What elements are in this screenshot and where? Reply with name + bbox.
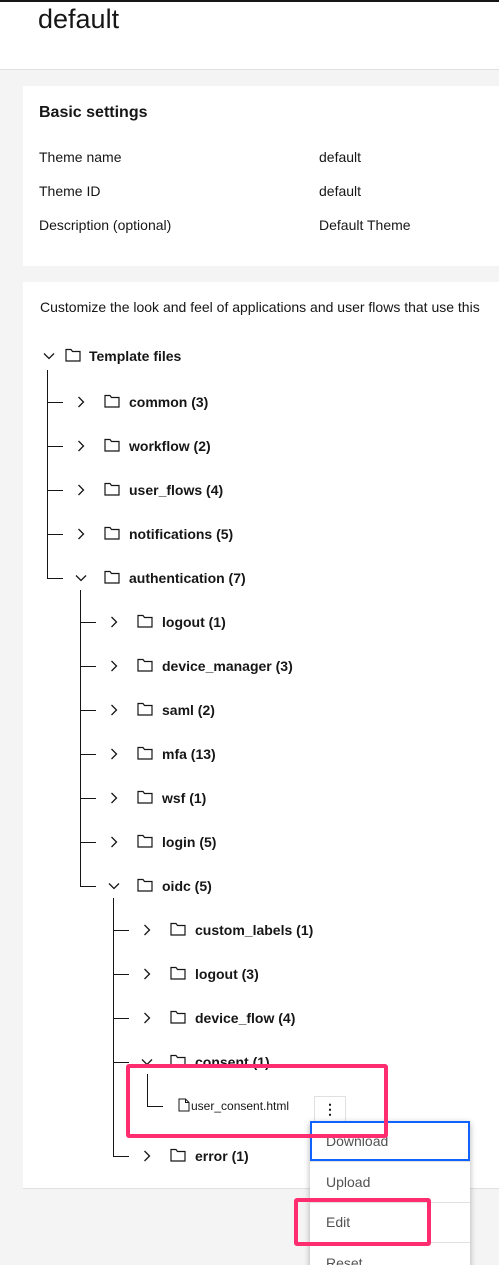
chevron-right-icon[interactable] <box>107 615 121 629</box>
chevron-right-icon[interactable] <box>74 527 88 541</box>
chevron-right-icon[interactable] <box>107 703 121 717</box>
folder-icon <box>170 1010 186 1024</box>
tree-node-oidc[interactable]: oidc (5) <box>162 878 212 894</box>
tree-node-user_flows[interactable]: user_flows (4) <box>129 482 223 498</box>
template-files-card <box>23 282 499 1188</box>
tree-connector <box>113 898 114 1156</box>
chevron-right-icon[interactable] <box>107 659 121 673</box>
folder-icon <box>104 394 120 408</box>
chevron-down-icon[interactable] <box>107 879 121 893</box>
tree-connector <box>113 1018 129 1019</box>
tree-node-login[interactable]: login (5) <box>162 834 216 850</box>
folder-icon <box>137 878 153 892</box>
chevron-right-icon[interactable] <box>107 835 121 849</box>
chevron-right-icon[interactable] <box>107 747 121 761</box>
tree-connector <box>80 754 96 755</box>
tree-node-logout[interactable]: logout (1) <box>162 614 226 630</box>
tree-node-error[interactable]: error (1) <box>195 1148 249 1164</box>
theme-id-value: default <box>319 183 362 199</box>
page-header: default <box>0 0 499 70</box>
tree-node-custom_labels[interactable]: custom_labels (1) <box>195 922 313 938</box>
chevron-right-icon[interactable] <box>140 923 154 937</box>
tree-connector <box>80 842 96 843</box>
description-label: Description (optional) <box>39 217 172 233</box>
basic-settings-card: Basic settings Theme name default Theme … <box>23 86 499 266</box>
tree-connector <box>113 1156 129 1157</box>
templates-intro: Customize the look and feel of applicati… <box>40 299 480 315</box>
folder-icon <box>137 746 153 760</box>
folder-icon <box>104 482 120 496</box>
folder-icon <box>104 526 120 540</box>
folder-icon <box>104 438 120 452</box>
chevron-right-icon[interactable] <box>140 967 154 981</box>
chevron-right-icon[interactable] <box>74 483 88 497</box>
tree-connector <box>80 710 96 711</box>
chevron-right-icon[interactable] <box>74 395 88 409</box>
menu-item-reset[interactable]: Reset <box>310 1243 470 1265</box>
description-value: Default Theme <box>319 217 411 233</box>
folder-icon <box>137 702 153 716</box>
tree-node-device_manager[interactable]: device_manager (3) <box>162 658 293 674</box>
tree-node-logout[interactable]: logout (3) <box>195 966 259 982</box>
folder-icon <box>137 658 153 672</box>
tree-connector <box>47 490 63 491</box>
menu-item-upload[interactable]: Upload <box>310 1162 470 1202</box>
tree-connector <box>47 370 48 578</box>
folder-icon <box>170 1148 186 1162</box>
tree-node-notifications[interactable]: notifications (5) <box>129 526 233 542</box>
folder-icon <box>65 348 81 362</box>
tree-connector <box>113 930 129 931</box>
theme-id-label: Theme ID <box>39 183 101 199</box>
folder-icon <box>170 966 186 980</box>
theme-name-label: Theme name <box>39 149 122 165</box>
tree-connector <box>80 622 96 623</box>
tree-connector <box>113 974 129 975</box>
basic-settings-title: Basic settings <box>39 104 148 121</box>
annotation-highlight-file <box>126 1064 388 1138</box>
tree-node-saml[interactable]: saml (2) <box>162 702 215 718</box>
tree-connector <box>80 666 96 667</box>
tree-node-device_flow[interactable]: device_flow (4) <box>195 1010 295 1026</box>
theme-name-value: default <box>319 149 362 165</box>
tree-node-common[interactable]: common (3) <box>129 394 208 410</box>
chevron-right-icon[interactable] <box>107 791 121 805</box>
chevron-right-icon[interactable] <box>140 1011 154 1025</box>
folder-icon <box>104 570 120 584</box>
chevron-right-icon[interactable] <box>140 1149 154 1163</box>
tree-connector <box>47 578 63 579</box>
chevron-right-icon[interactable] <box>74 439 88 453</box>
annotation-highlight-edit <box>294 1198 431 1246</box>
tree-connector <box>80 798 96 799</box>
folder-icon <box>170 922 186 936</box>
tree-connector <box>47 446 63 447</box>
page-title: default <box>38 4 120 34</box>
tree-node-mfa[interactable]: mfa (13) <box>162 746 216 762</box>
tree-connector <box>47 402 63 403</box>
folder-icon <box>137 614 153 628</box>
folder-icon <box>137 834 153 848</box>
tree-connector <box>80 886 96 887</box>
chevron-down-icon[interactable] <box>74 571 88 585</box>
tree-root-label[interactable]: Template files <box>89 348 181 364</box>
tree-connector <box>113 1062 129 1063</box>
tree-connector <box>80 590 81 886</box>
tree-node-workflow[interactable]: workflow (2) <box>129 438 211 454</box>
chevron-down-icon[interactable] <box>42 349 56 363</box>
tree-connector <box>47 534 63 535</box>
tree-node-wsf[interactable]: wsf (1) <box>162 790 206 806</box>
tree-node-authentication[interactable]: authentication (7) <box>129 570 246 586</box>
folder-icon <box>137 790 153 804</box>
